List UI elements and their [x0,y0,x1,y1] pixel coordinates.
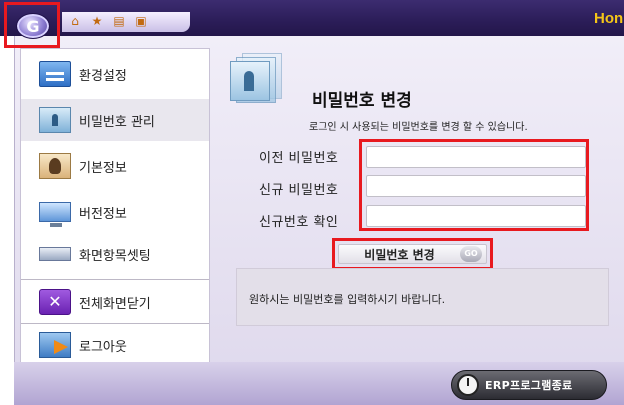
message-text: 원하시는 비밀번호를 입력하시기 바랍니다. [249,293,446,306]
power-icon [457,374,479,396]
home-link[interactable]: Hon [594,10,623,27]
sidebar-item-version[interactable]: 버전정보 [21,191,209,233]
close-all-icon [39,289,71,315]
sidebar-item-logout[interactable]: 로그아웃 [21,324,209,366]
sidebar-item-label: 환경설정 [79,68,127,84]
monitor-icon [39,202,71,227]
submit-highlight: 비밀번호 변경 GO [332,238,493,270]
quick-toolbar: ⌂ ★ ▤ ▣ [62,12,190,32]
top-bar: ⌂ ★ ▤ ▣ Hon [0,0,624,36]
sidebar-item-screen-setting[interactable]: 화면항목셋팅 [21,233,209,275]
old-password-label: 이전 비밀번호 [259,151,339,166]
password-fields-highlight [359,139,589,231]
go-icon: GO [460,246,482,262]
confirm-password-label: 신규번호 확인 [259,215,339,230]
password-icon [39,107,71,133]
star-icon[interactable]: ★ [90,14,104,28]
folder-icon[interactable]: ▣ [134,14,148,28]
password-folder-icon [228,49,300,103]
sidebar-item-label: 로그아웃 [79,339,127,355]
logo-highlight: G [4,2,60,48]
document-icon[interactable]: ▤ [112,14,126,28]
change-password-button[interactable]: 비밀번호 변경 GO [338,244,487,264]
sidebar-item-label: 버전정보 [79,206,127,222]
sidebar-item-label: 화면항목셋팅 [79,248,151,264]
new-password-input[interactable] [366,175,586,197]
settings-icon [39,61,71,87]
logout-icon [39,332,71,358]
sidebar-item-basic-info[interactable]: 기본정보 [21,145,209,187]
exit-program-button[interactable]: ERP프로그램종료 [451,370,607,400]
screen-setting-icon [39,247,71,261]
logo-letter: G [26,17,40,36]
exit-program-label: ERP프로그램종료 [485,379,573,392]
app-logo-button[interactable]: G [16,13,50,39]
change-password-button-label: 비밀번호 변경 [364,247,435,262]
home-icon[interactable]: ⌂ [68,14,82,28]
sidebar-item-label: 전체화면닫기 [79,296,151,312]
page-title: 비밀번호 변경 [312,91,412,111]
user-info-icon [39,153,71,179]
sidebar: 환경설정 비밀번호 관리 기본정보 버전정보 화면항목셋팅 전체화면닫기 로그아… [20,48,210,366]
sidebar-divider [21,279,209,280]
confirm-password-input[interactable] [366,205,586,227]
sidebar-item-label: 기본정보 [79,160,127,176]
message-box: 원하시는 비밀번호를 입력하시기 바랍니다. [236,268,609,326]
sidebar-item-password[interactable]: 비밀번호 관리 [21,99,209,141]
old-password-input[interactable] [366,146,586,168]
sidebar-item-close-all[interactable]: 전체화면닫기 [21,281,209,323]
new-password-label: 신규 비밀번호 [259,183,339,198]
page-subtitle: 로그인 시 사용되는 비밀번호를 변경 할 수 있습니다. [309,122,528,133]
sidebar-item-label: 비밀번호 관리 [79,114,155,130]
sidebar-item-settings[interactable]: 환경설정 [21,53,209,95]
